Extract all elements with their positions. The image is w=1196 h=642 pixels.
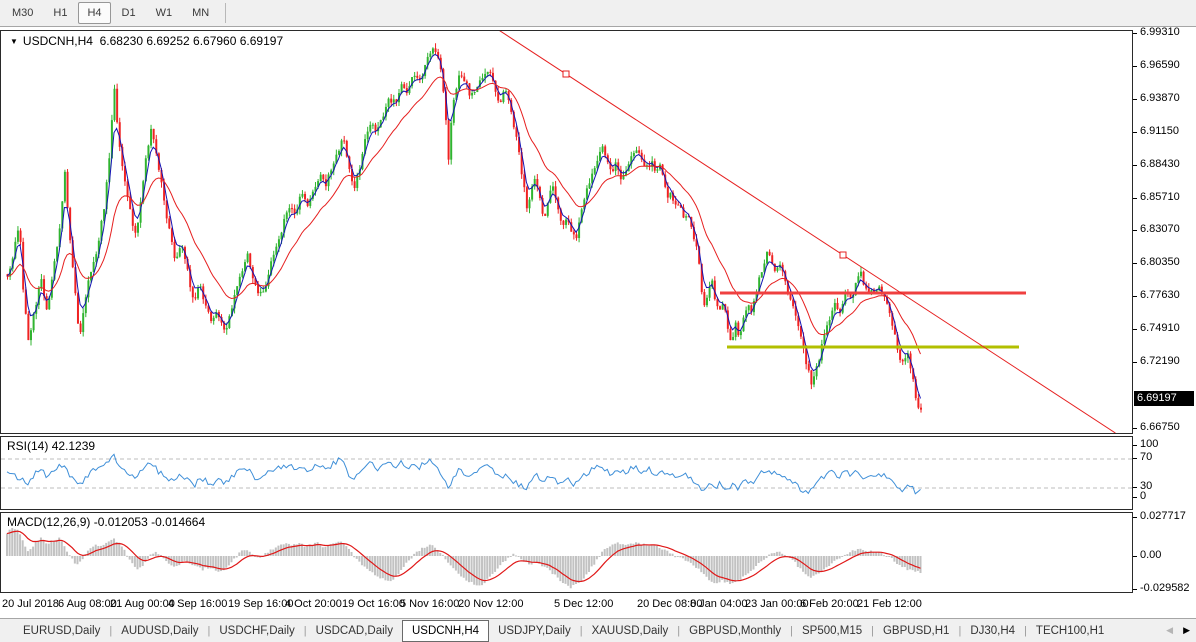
candlestick-chart[interactable] — [1, 31, 1132, 433]
axis-tick — [1133, 517, 1137, 518]
axis-tick — [1133, 445, 1137, 446]
tab-tech100-h1[interactable]: TECH100,H1 — [1027, 620, 1113, 642]
price-axis-label: 6.99310 — [1140, 26, 1180, 38]
chart-symbol: USDCNH,H4 — [23, 34, 93, 48]
time-axis-label: 6 Aug 08:00 — [58, 598, 117, 610]
axis-tick — [1133, 487, 1137, 488]
rsi-chart[interactable] — [1, 437, 1132, 509]
time-axis-label: 4 Sep 16:00 — [168, 598, 227, 610]
time-axis-label: 20 Jul 2018 — [2, 598, 59, 610]
axis-tick — [1133, 329, 1137, 330]
current-price-badge: 6.69197 — [1134, 391, 1194, 406]
axis-tick — [1133, 497, 1137, 498]
axis-tick — [1133, 198, 1137, 199]
axis-tick — [1133, 66, 1137, 67]
time-axis-label: 21 Aug 00:00 — [110, 598, 175, 610]
axis-tick — [1133, 230, 1137, 231]
price-axis-label: 6.85710 — [1140, 191, 1180, 203]
macd-label: MACD(12,26,9) -0.012053 -0.014664 — [7, 515, 205, 529]
trading-platform-window: M30H1H4D1W1MN ▼ USDCNH,H4 6.68230 6.69252… — [0, 0, 1196, 642]
macd-axis-label: -0.029582 — [1140, 582, 1190, 594]
price-axis-label: 6.72190 — [1140, 355, 1180, 367]
axis-tick — [1133, 263, 1137, 264]
axis-tick — [1133, 132, 1137, 133]
time-axis-label: 5 Dec 12:00 — [554, 598, 613, 610]
price-axis-label: 6.74910 — [1140, 322, 1180, 334]
tab-sp500-m15[interactable]: SP500,M15 — [793, 620, 871, 642]
rsi-axis-label: 70 — [1140, 451, 1152, 463]
price-axis-label: 6.93870 — [1140, 92, 1180, 104]
toolbar-separator — [225, 3, 226, 23]
rsi-name: RSI(14) — [7, 439, 48, 453]
time-axis-label: 4 Oct 20:00 — [285, 598, 342, 610]
axis-tick — [1133, 33, 1137, 34]
tabs-scroll-right-button[interactable]: ▶ — [1183, 625, 1190, 636]
macd-main-value: -0.012053 — [94, 515, 148, 529]
timeframe-button-mn[interactable]: MN — [183, 2, 218, 24]
price-axis-label: 6.66750 — [1140, 421, 1180, 433]
tab-xauusd-daily[interactable]: XAUUSD,Daily — [583, 620, 678, 642]
axis-tick — [1133, 458, 1137, 459]
macd-axis-label: 0.027717 — [1140, 510, 1186, 522]
timeframe-toolbar: M30H1H4D1W1MN — [0, 0, 1196, 27]
price-axis-label: 6.77630 — [1140, 289, 1180, 301]
tab-scroll-arrows: ◀ ▶ — [1166, 625, 1190, 636]
tab-usdjpy-daily[interactable]: USDJPY,Daily — [489, 620, 580, 642]
tab-audusd-daily[interactable]: AUDUSD,Daily — [112, 620, 207, 642]
chart-ohlc-values: 6.68230 6.69252 6.67960 6.69197 — [100, 34, 284, 48]
price-axis-label: 6.83070 — [1140, 223, 1180, 235]
chart-tab-bar: EURUSD,Daily|AUDUSD,Daily|USDCHF,Daily|U… — [0, 618, 1196, 642]
axis-tick — [1133, 99, 1137, 100]
time-axis-label: 8 Jan 04:00 — [690, 598, 748, 610]
tab-dj30-h4[interactable]: DJ30,H4 — [961, 620, 1024, 642]
tabs-scroll-left-button[interactable]: ◀ — [1166, 625, 1173, 636]
price-axis-label: 6.80350 — [1140, 256, 1180, 268]
time-axis-label: 21 Feb 12:00 — [857, 598, 922, 610]
rsi-label: RSI(14) 42.1239 — [7, 439, 95, 453]
chart-dropdown-triangle-icon[interactable]: ▼ — [10, 37, 18, 46]
timeframe-button-w1[interactable]: W1 — [147, 2, 182, 24]
time-axis-label: 19 Oct 16:00 — [342, 598, 405, 610]
rsi-axis-label: 0 — [1140, 490, 1146, 502]
price-axis-label: 6.96590 — [1140, 59, 1180, 71]
tab-usdchf-daily[interactable]: USDCHF,Daily — [210, 620, 303, 642]
rsi-value: 42.1239 — [52, 439, 95, 453]
time-axis-label: 20 Nov 12:00 — [458, 598, 523, 610]
macd-name: MACD(12,26,9) — [7, 515, 90, 529]
tab-eurusd-daily[interactable]: EURUSD,Daily — [14, 620, 109, 642]
axis-tick — [1133, 589, 1137, 590]
price-axis-label: 6.91150 — [1140, 125, 1179, 137]
axis-tick — [1133, 556, 1137, 557]
macd-signal-value: -0.014664 — [151, 515, 205, 529]
macd-axis-label: 0.00 — [1140, 549, 1161, 561]
price-chart-pane[interactable] — [0, 30, 1133, 434]
timeframe-button-h1[interactable]: H1 — [44, 2, 76, 24]
timeframe-button-h4[interactable]: H4 — [78, 2, 110, 24]
time-axis-label: 5 Nov 16:00 — [400, 598, 459, 610]
tab-usdcnh-h4[interactable]: USDCNH,H4 — [402, 620, 489, 642]
time-axis-label: 6 Feb 20:00 — [800, 598, 859, 610]
timeframe-button-m30[interactable]: M30 — [3, 2, 42, 24]
price-axis-label: 6.88430 — [1140, 158, 1180, 170]
time-axis-label: 19 Sep 16:00 — [228, 598, 293, 610]
timeframe-button-d1[interactable]: D1 — [113, 2, 145, 24]
tab-gbpusd-monthly[interactable]: GBPUSD,Monthly — [680, 620, 790, 642]
tab-gbpusd-h1[interactable]: GBPUSD,H1 — [874, 620, 958, 642]
axis-tick — [1133, 428, 1137, 429]
axis-tick — [1133, 362, 1137, 363]
chart-symbol-ohlc-label: ▼ USDCNH,H4 6.68230 6.69252 6.67960 6.691… — [10, 34, 283, 48]
rsi-axis-label: 100 — [1140, 438, 1158, 450]
axis-tick — [1133, 165, 1137, 166]
tab-usdcad-daily[interactable]: USDCAD,Daily — [307, 620, 402, 642]
axis-tick — [1133, 296, 1137, 297]
rsi-indicator-pane[interactable] — [0, 436, 1133, 510]
